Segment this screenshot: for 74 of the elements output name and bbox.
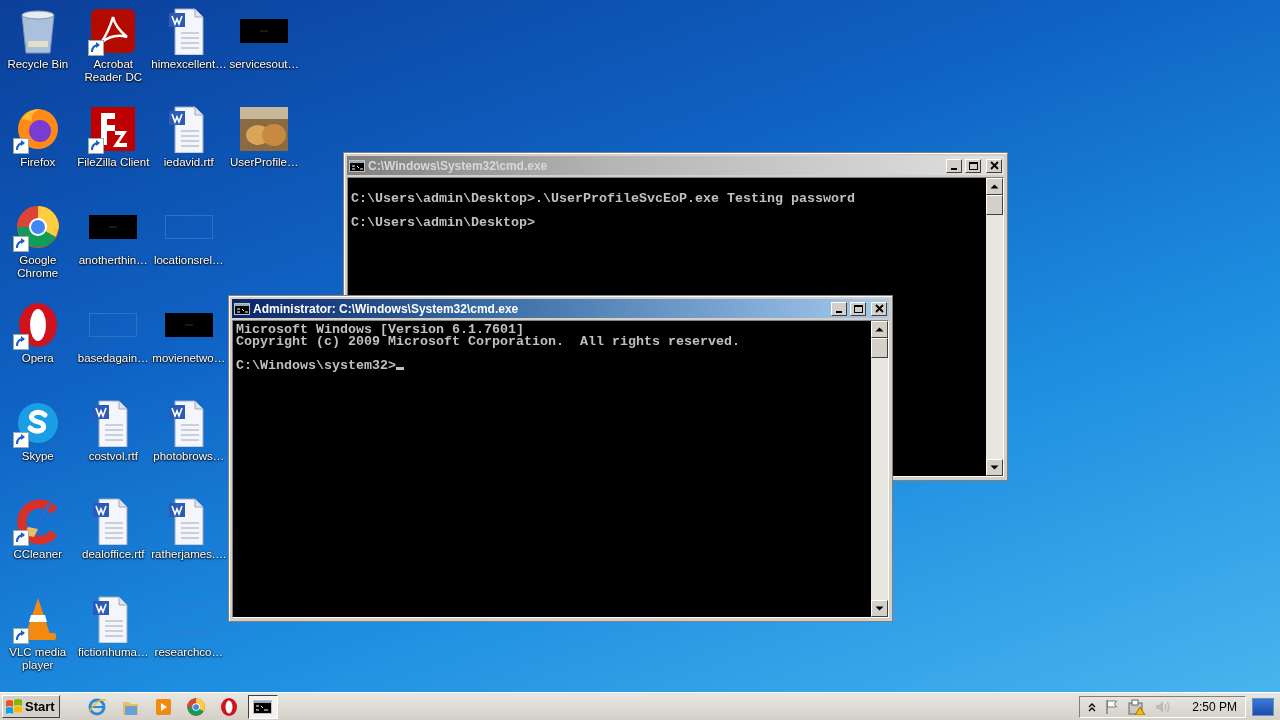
file-thumbnail[interactable]: [89, 313, 138, 337]
desktop-icon-label[interactable]: locationsrel…: [153, 254, 224, 267]
desktop-icon-label[interactable]: Google Chrome: [0, 254, 76, 280]
desktop-icon-label[interactable]: iedavid.rtf: [163, 156, 214, 169]
desktop-icon-label[interactable]: fictionhuma…: [78, 646, 149, 659]
up-arrow-icon: [875, 327, 884, 332]
maximize-icon: [967, 160, 979, 171]
close-icon: [988, 160, 1000, 171]
file-thumbnail[interactable]: [89, 215, 138, 239]
image-thumbnail[interactable]: [240, 107, 289, 151]
network-warning-icon[interactable]: [1128, 698, 1147, 715]
scrollbar[interactable]: [986, 178, 1003, 476]
desktop-icon-label[interactable]: movienetwo…: [152, 352, 226, 365]
console-line: C:\Users\admin\Desktop>: [351, 214, 535, 229]
start-button[interactable]: Start: [2, 695, 60, 718]
desktop-icon-label[interactable]: basedagain…: [77, 352, 149, 365]
desktop-icon-label[interactable]: VLC media player: [0, 646, 76, 672]
scroll-up-button[interactable]: [871, 321, 888, 338]
desktop-icon-label[interactable]: anotherthin…: [78, 254, 148, 267]
desktop-icon-label[interactable]: researchco…: [154, 646, 223, 659]
maximize-button[interactable]: [965, 158, 981, 173]
desktop-icon-label[interactable]: Firefox: [20, 156, 56, 169]
desktop-icon-label[interactable]: CCleaner: [13, 548, 63, 561]
windows-logo-icon: [5, 698, 23, 715]
maximize-icon: [852, 303, 864, 314]
close-icon: [873, 303, 885, 314]
show-desktop-button[interactable]: [1252, 697, 1274, 716]
browser-icon: [87, 696, 109, 717]
console-line: Microsoft Windows [Version 6.1.7601]: [236, 322, 524, 337]
minimize-icon: [836, 310, 842, 313]
desktop-icon-label[interactable]: photobrows…: [153, 450, 225, 463]
desktop-icon-label[interactable]: servicesout…: [229, 58, 300, 71]
minimize-icon: [951, 167, 957, 170]
desktop-icon-label[interactable]: ratherjames.…: [151, 548, 227, 561]
scroll-thumb[interactable]: [871, 338, 888, 358]
close-button[interactable]: [871, 301, 887, 316]
scroll-thumb[interactable]: [986, 195, 1003, 215]
down-arrow-icon: [990, 465, 999, 470]
down-arrow-icon: [875, 606, 884, 611]
desktop-icon-label[interactable]: dealoffice.rtf: [82, 548, 145, 561]
file-thumbnail[interactable]: [164, 215, 213, 239]
scroll-down-button[interactable]: [871, 600, 888, 617]
minimize-button[interactable]: [946, 158, 962, 173]
console-icon: [234, 302, 250, 315]
close-button[interactable]: [986, 158, 1002, 173]
window-title: C:\Windows\System32\cmd.exe: [368, 157, 549, 175]
title-bar[interactable]: Administrator: C:\Windows\System32\cmd.exe: [232, 299, 889, 318]
clock[interactable]: 2:50 PM: [1192, 697, 1237, 716]
desktop-icon-label[interactable]: himexcellent…: [151, 58, 227, 71]
desktop-icon-label[interactable]: Opera: [21, 352, 54, 365]
console-icon: [349, 159, 365, 172]
desktop-icon-label[interactable]: Recycle Bin: [7, 58, 69, 71]
console-line: C:\Windows\system32>: [236, 357, 396, 372]
scrollbar[interactable]: [871, 321, 888, 617]
file-thumbnail[interactable]: [240, 19, 289, 43]
pdf-app-icon[interactable]: [89, 7, 138, 55]
maximize-button[interactable]: [850, 301, 866, 316]
file-thumbnail[interactable]: [164, 313, 213, 337]
taskbar-button[interactable]: [247, 694, 278, 719]
scroll-up-button[interactable]: [986, 178, 1003, 195]
desktop-icon-label[interactable]: FileZilla Client: [77, 156, 150, 169]
desktop-icon-label[interactable]: Skype: [21, 450, 54, 463]
desktop-icon-label[interactable]: UserProfile…: [230, 156, 299, 169]
browser-icon: [186, 696, 208, 717]
console-line: C:\Users\admin\Desktop>.\UserProfileSvcEoP.exe Testing password: [351, 190, 855, 205]
desktop-icon-label[interactable]: costvol.rtf: [88, 450, 138, 463]
up-arrow-icon: [990, 184, 999, 189]
ftp-app-icon[interactable]: [89, 105, 138, 153]
desktop-icon-label[interactable]: Acrobat Reader DC: [75, 58, 151, 84]
scroll-down-button[interactable]: [986, 459, 1003, 476]
minimize-button[interactable]: [831, 301, 847, 316]
chevron-up-icon[interactable]: [1088, 701, 1097, 712]
file-thumbnail[interactable]: [164, 607, 213, 631]
window-title: Administrator: C:\Windows\System32\cmd.exe: [253, 300, 520, 318]
